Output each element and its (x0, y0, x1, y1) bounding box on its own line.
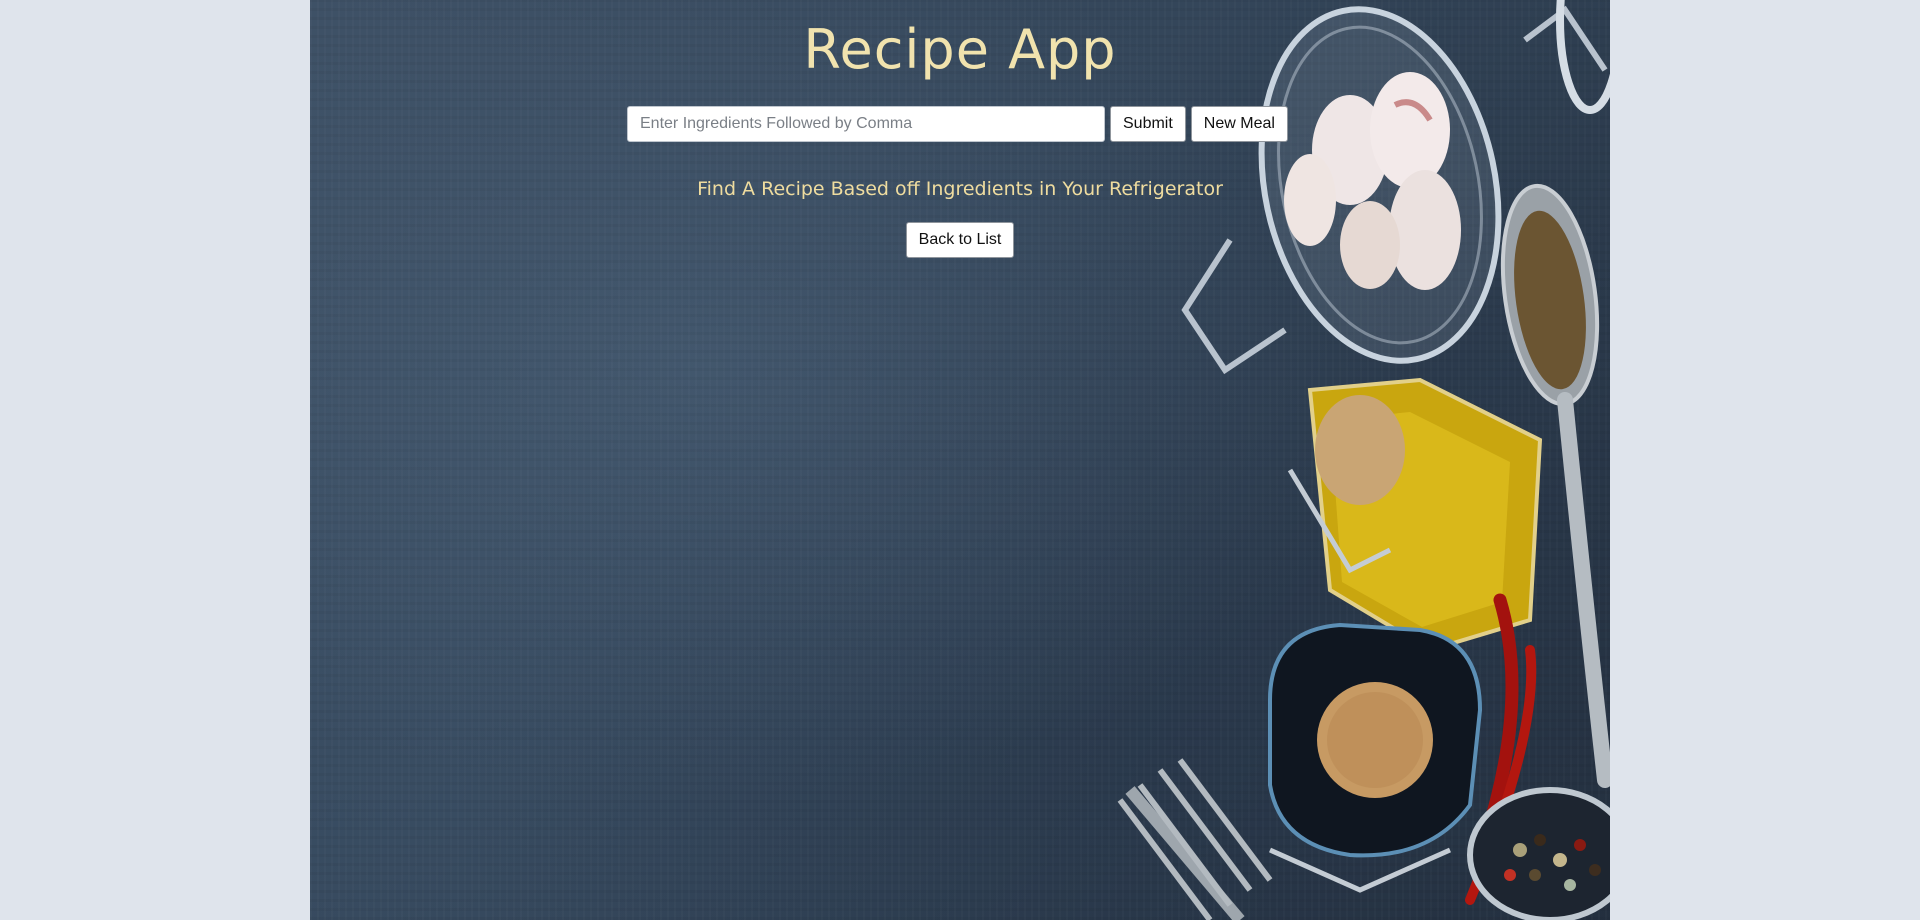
ingredients-input[interactable] (627, 106, 1105, 142)
page-subtitle: Find A Recipe Based off Ingredients in Y… (697, 178, 1223, 200)
back-to-list-button[interactable]: Back to List (905, 222, 1015, 258)
peppercorn-bowl-illustration (1467, 787, 1610, 920)
back-row: Back to List (310, 222, 1610, 258)
fork-illustration (1117, 758, 1273, 920)
cork-jar-illustration (1268, 622, 1483, 893)
submit-button[interactable]: Submit (1110, 106, 1186, 142)
new-meal-button[interactable]: New Meal (1190, 106, 1288, 142)
page-title: Recipe App (803, 18, 1117, 81)
background-panel: Recipe App Submit New Meal Find A Recipe… (310, 0, 1610, 920)
search-bar: Submit New Meal (627, 106, 1288, 142)
